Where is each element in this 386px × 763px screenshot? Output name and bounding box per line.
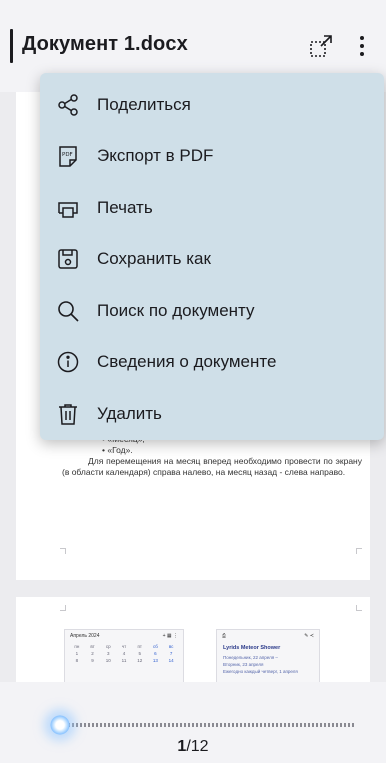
day: 3 [107, 651, 110, 656]
calendar-month: Апрель 2024 [70, 633, 100, 639]
event-screenshot: ⎙ ✎ ≺ Lyrids Meteor Shower Понедельник, 2… [216, 629, 320, 682]
menu-item-export-pdf[interactable]: PDF Экспорт в PDF [40, 131, 384, 183]
event-recurrence: Ежегодно каждый четверг, 1 апреля [223, 669, 298, 674]
document-page-2: Апрель 2024 + ▦ ⋮ пн вт ср чт пт сб вс 1… [16, 597, 370, 682]
search-icon [54, 297, 82, 325]
day: 8 [75, 658, 79, 663]
day: 7 [169, 651, 173, 656]
weekday: вс [168, 644, 174, 649]
menu-item-label: Поделиться [97, 94, 191, 114]
menu-item-search[interactable]: Поиск по документу [40, 285, 384, 337]
page-text: «Месяц», «Год». Для перемещения на месяц… [62, 434, 362, 478]
menu-item-save-as[interactable]: Сохранить как [40, 234, 384, 286]
day: 11 [121, 658, 127, 663]
weekday: вт [90, 644, 95, 649]
menu-item-label: Удалить [97, 403, 162, 423]
page-slider[interactable] [50, 715, 356, 735]
calendar-screenshot: Апрель 2024 + ▦ ⋮ пн вт ср чт пт сб вс 1… [64, 629, 184, 682]
fullscreen-button[interactable] [305, 30, 337, 62]
calendar-grid: пн вт ср чт пт сб вс 1 2 3 4 5 6 7 8 9 1… [65, 642, 183, 665]
day: 9 [91, 658, 94, 663]
more-dot [360, 36, 364, 40]
menu-item-label: Сведения о документе [97, 352, 277, 372]
page-corner-mark [60, 605, 66, 611]
pdf-export-icon: PDF [54, 142, 82, 170]
print-icon [54, 194, 82, 222]
menu-item-label: Поиск по документу [97, 300, 255, 320]
page-counter: 1/12 [0, 738, 386, 756]
slider-track [56, 723, 356, 727]
back-indicator[interactable] [10, 29, 13, 63]
svg-text:PDF: PDF [62, 152, 73, 158]
more-dot [360, 52, 364, 56]
slider-thumb[interactable] [50, 715, 70, 735]
menu-item-label: Печать [97, 197, 153, 217]
trash-icon [54, 400, 82, 428]
event-header: ⎙ ✎ ≺ [222, 633, 314, 639]
info-icon [54, 348, 82, 376]
expand-icon [310, 35, 332, 57]
page-corner-mark [356, 548, 362, 554]
menu-item-print[interactable]: Печать [40, 182, 384, 234]
paragraph: Для перемещения на месяц вперед необходи… [62, 456, 362, 477]
event-date: Вторник, 23 апреля [223, 662, 264, 667]
day: 14 [168, 658, 174, 663]
weekday: чт [121, 644, 127, 649]
current-page: 1 [177, 738, 187, 755]
overflow-menu: Поделиться PDF Экспорт в PDF Печать Сохр… [40, 73, 384, 440]
day: 12 [137, 658, 143, 663]
more-options-button[interactable] [350, 30, 374, 62]
calendar-actions: + ▦ ⋮ [162, 633, 178, 639]
event-date: Понедельник, 22 апреля – [223, 655, 278, 660]
menu-item-label: Сохранить как [97, 249, 211, 269]
weekday: пт [137, 644, 142, 649]
more-dot [360, 44, 364, 48]
day: 6 [154, 651, 157, 656]
weekday: сб [153, 644, 158, 649]
save-icon [54, 245, 82, 273]
day: 5 [138, 651, 141, 656]
menu-item-delete[interactable]: Удалить [40, 388, 384, 440]
day: 13 [152, 658, 158, 663]
day: 1 [75, 651, 79, 656]
day: 2 [91, 651, 94, 656]
share-icon [54, 91, 82, 119]
day: 10 [105, 658, 111, 663]
page-corner-mark [356, 605, 362, 611]
weekday: ср [105, 644, 111, 649]
bottom-bar: 1/12 [0, 682, 386, 763]
calendar-header: Апрель 2024 + ▦ ⋮ [65, 630, 183, 642]
weekday: пн [74, 644, 80, 649]
document-title: Документ 1.docx [22, 33, 188, 55]
day: 4 [122, 651, 126, 656]
event-title: Lyrids Meteor Shower [223, 645, 281, 651]
menu-item-label: Экспорт в PDF [97, 146, 214, 166]
list-item: «Год». [102, 445, 362, 456]
menu-item-document-info[interactable]: Сведения о документе [40, 337, 384, 389]
menu-item-share[interactable]: Поделиться [40, 79, 384, 131]
page-corner-mark [60, 548, 66, 554]
total-pages: /12 [186, 738, 209, 755]
